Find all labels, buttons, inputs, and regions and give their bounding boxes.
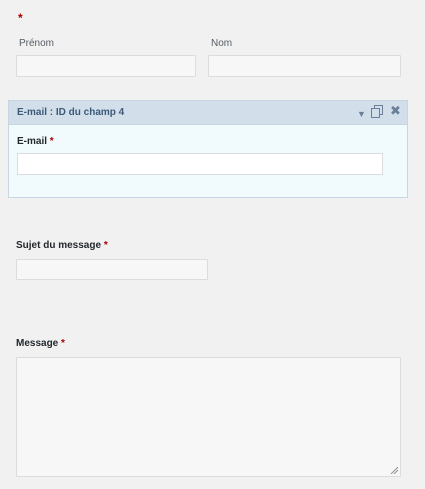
email-field-header-title: E-mail : ID du champ 4 [17,107,125,118]
subject-input[interactable] [16,259,208,280]
email-required-star: * [49,136,54,147]
close-icon[interactable]: ✖ [390,104,401,118]
first-name-label: Prénom [19,38,55,49]
chevron-down-icon[interactable]: ▼ [357,107,366,121]
subject-label-text: Sujet du message [16,240,102,251]
subject-label: Sujet du message * [16,240,108,251]
message-label: Message * [16,338,65,349]
email-field-header[interactable]: E-mail : ID du champ 4 ▼ ✖ [9,101,407,125]
last-name-input[interactable] [208,55,401,77]
name-required-star: * [18,11,23,25]
email-input[interactable] [17,153,383,175]
subject-required-star: * [103,240,108,251]
resize-grip-icon[interactable] [390,466,398,474]
message-required-star: * [61,338,65,349]
message-textarea[interactable] [16,357,401,477]
duplicate-icon[interactable] [371,105,383,118]
last-name-label: Nom [211,38,233,49]
message-label-text: Message [16,338,59,349]
email-label: E-mail * [17,136,54,147]
email-field-panel[interactable]: E-mail : ID du champ 4 ▼ ✖ E-mail * [8,100,408,198]
first-name-input[interactable] [16,55,196,77]
email-label-text: E-mail [17,136,48,147]
